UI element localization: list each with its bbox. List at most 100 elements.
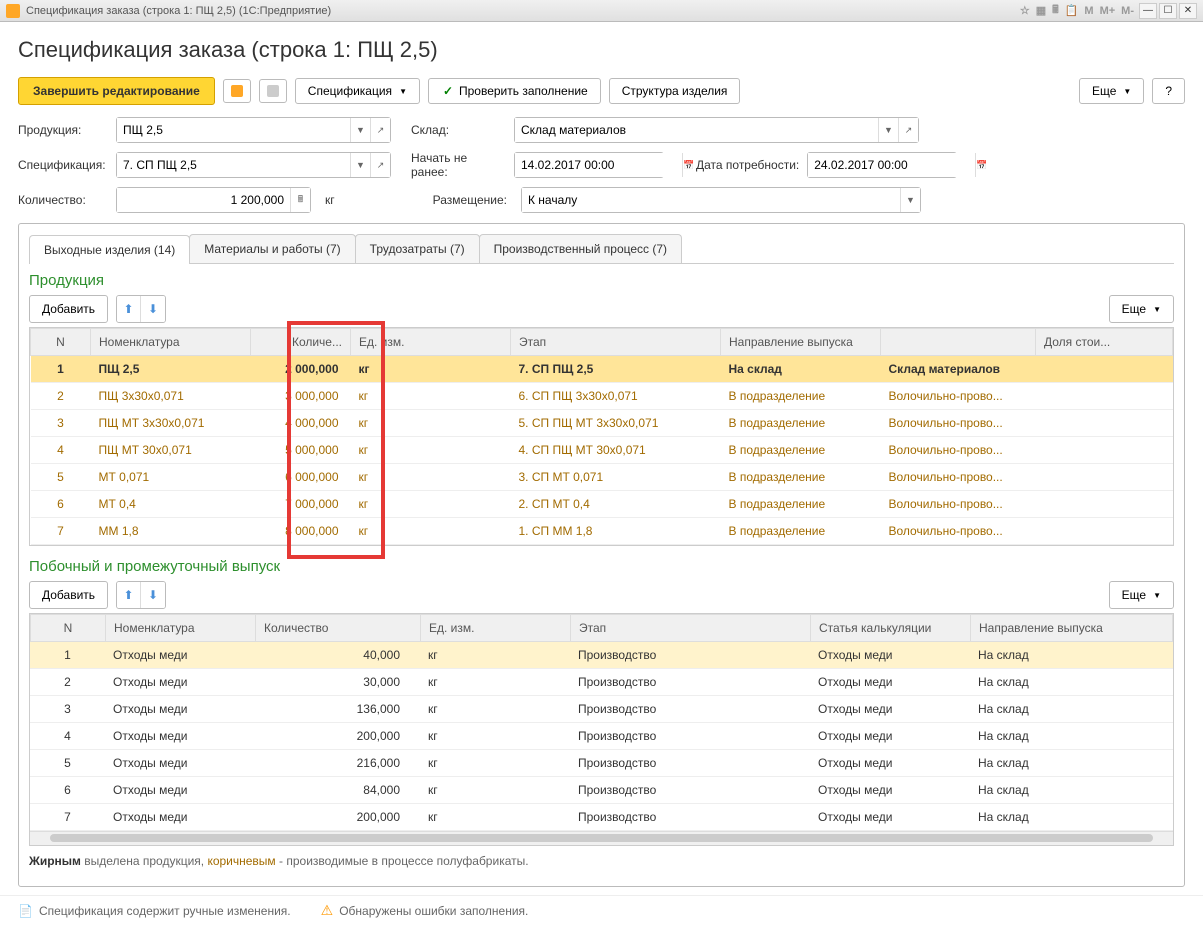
placement-dropdown-btn[interactable]: ▼ <box>900 188 920 212</box>
table-row[interactable]: 5МТ 0,0716 000,000кг3. СП МТ 0,071В подр… <box>31 464 1173 491</box>
status-bar: 📄 Спецификация содержит ручные изменения… <box>0 895 1203 925</box>
table2-scroll[interactable]: 1Отходы меди40,000кгПроизводствоОтходы м… <box>30 642 1173 831</box>
th2-dir[interactable]: Направление выпуска <box>971 615 1173 642</box>
lock-button[interactable] <box>223 79 251 103</box>
th2-unit[interactable]: Ед. изм. <box>421 615 571 642</box>
table-row[interactable]: 2ПЩ 3х30х0,0713 000,000кг6. СП ПЩ 3х30х0… <box>31 383 1173 410</box>
calc-icon[interactable]: 🖩 <box>1049 1 1062 20</box>
chevron-down-icon: ▼ <box>1153 591 1161 600</box>
move-down-button-2[interactable]: ⬇ <box>141 582 165 608</box>
table-row[interactable]: 4Отходы меди200,000кгПроизводствоОтходы … <box>30 723 1173 750</box>
warehouse-dropdown-btn[interactable]: ▼ <box>878 118 898 142</box>
warehouse-input[interactable] <box>515 118 878 142</box>
finish-edit-button[interactable]: Завершить редактирование <box>18 77 215 105</box>
cell-dir2: Волочильно-прово... <box>881 464 1036 491</box>
table-row[interactable]: 1Отходы меди40,000кгПроизводствоОтходы м… <box>30 642 1173 669</box>
horizontal-scrollbar[interactable] <box>30 831 1173 845</box>
product-dropdown-btn[interactable]: ▼ <box>350 118 370 142</box>
close-button[interactable]: ✕ <box>1179 3 1197 19</box>
more-button-1[interactable]: Еще ▼ <box>1109 295 1174 323</box>
cell-unit: кг <box>420 696 570 723</box>
th2-calc[interactable]: Статья калькуляции <box>811 615 971 642</box>
brown-word: коричневым <box>207 854 275 868</box>
spec-dropdown-btn[interactable]: ▼ <box>350 153 370 177</box>
help-button[interactable]: ? <box>1152 78 1185 104</box>
add-button-2[interactable]: Добавить <box>29 581 108 609</box>
cell-dir: На склад <box>721 356 881 383</box>
spec-dropdown[interactable]: Спецификация▼ <box>295 78 420 104</box>
warehouse-open-btn[interactable]: ↗ <box>898 118 918 142</box>
table-row[interactable]: 7Отходы меди200,000кгПроизводствоОтходы … <box>30 804 1173 831</box>
spec-label: Спецификация: <box>18 158 108 172</box>
cell-nom: ПЩ МТ 30х0,071 <box>91 437 251 464</box>
table-row[interactable]: 3Отходы меди136,000кгПроизводствоОтходы … <box>30 696 1173 723</box>
cal-icon[interactable]: 📋 <box>1062 4 1082 17</box>
cell-nom: Отходы меди <box>105 696 255 723</box>
minimize-button[interactable]: — <box>1139 3 1157 19</box>
add-button-1[interactable]: Добавить <box>29 295 108 323</box>
qty-calc-btn[interactable]: 🖩 <box>290 188 310 212</box>
th2-nom[interactable]: Номенклатура <box>106 615 256 642</box>
more-button[interactable]: Еще▼ <box>1079 78 1144 104</box>
need-cal-btn[interactable]: 📅 <box>975 153 987 177</box>
tool-icon-1[interactable]: ▦ <box>1033 4 1049 17</box>
table-row[interactable]: 5Отходы меди216,000кгПроизводствоОтходы … <box>30 750 1173 777</box>
table-row[interactable]: 6МТ 0,47 000,000кг2. СП МТ 0,4В подразде… <box>31 491 1173 518</box>
th-qty[interactable]: Количе... <box>251 329 351 356</box>
cell-unit: кг <box>420 669 570 696</box>
spec-open-btn[interactable]: ↗ <box>370 153 390 177</box>
m-button[interactable]: M <box>1081 5 1096 17</box>
cell-qty: 136,000 <box>255 696 420 723</box>
placement-input[interactable] <box>522 188 900 212</box>
qty-input[interactable] <box>117 188 290 212</box>
th-dir[interactable]: Направление выпуска <box>721 329 881 356</box>
th-stage[interactable]: Этап <box>511 329 721 356</box>
table-row[interactable]: 2Отходы меди30,000кгПроизводствоОтходы м… <box>30 669 1173 696</box>
structure-button[interactable]: Структура изделия <box>609 78 741 104</box>
product-open-btn[interactable]: ↗ <box>370 118 390 142</box>
start-cal-btn[interactable]: 📅 <box>682 153 694 177</box>
product-input[interactable] <box>117 118 350 142</box>
scrollbar-thumb[interactable] <box>50 834 1153 842</box>
th2-n[interactable]: N <box>31 615 106 642</box>
tab-labor[interactable]: Трудозатраты (7) <box>355 234 480 263</box>
tab-process[interactable]: Производственный процесс (7) <box>479 234 682 263</box>
spec-input[interactable] <box>117 153 350 177</box>
th-nom[interactable]: Номенклатура <box>91 329 251 356</box>
m-minus-button[interactable]: M- <box>1118 5 1137 17</box>
check-fill-button[interactable]: ✓Проверить заполнение <box>428 78 601 104</box>
chevron-down-icon: ▼ <box>1153 305 1161 314</box>
tab-materials[interactable]: Материалы и работы (7) <box>189 234 355 263</box>
th-cost[interactable]: Доля стои... <box>1036 329 1173 356</box>
th-dir2[interactable] <box>881 329 1036 356</box>
cell-nom: МТ 0,071 <box>91 464 251 491</box>
move-down-button[interactable]: ⬇ <box>141 296 165 322</box>
unlock-button[interactable] <box>259 79 287 103</box>
move-up-button-2[interactable]: ⬆ <box>117 582 141 608</box>
more-label-1: Еще <box>1122 302 1146 316</box>
maximize-button[interactable]: ☐ <box>1159 3 1177 19</box>
th-unit[interactable]: Ед. изм. <box>351 329 511 356</box>
table-row[interactable]: 4ПЩ МТ 30х0,0715 000,000кг4. СП ПЩ МТ 30… <box>31 437 1173 464</box>
m-plus-button[interactable]: M+ <box>1097 5 1119 17</box>
th-n[interactable]: N <box>31 329 91 356</box>
table-row[interactable]: 6Отходы меди84,000кгПроизводствоОтходы м… <box>30 777 1173 804</box>
fav-icon[interactable]: ☆ <box>1017 4 1033 17</box>
cell-n: 6 <box>30 777 105 804</box>
more-button-2[interactable]: Еще▼ <box>1109 581 1174 609</box>
table-row[interactable]: 7ММ 1,88 000,000кг1. СП ММ 1,8В подразде… <box>31 518 1173 545</box>
move-up-button[interactable]: ⬆ <box>117 296 141 322</box>
table-row[interactable]: 3ПЩ МТ 3х30х0,0714 000,000кг5. СП ПЩ МТ … <box>31 410 1173 437</box>
cell-dir: В подразделение <box>721 491 881 518</box>
tab-output[interactable]: Выходные изделия (14) <box>29 235 190 264</box>
need-input[interactable] <box>808 153 975 177</box>
start-input[interactable] <box>515 153 682 177</box>
cell-dir: На склад <box>970 669 1173 696</box>
th2-stage[interactable]: Этап <box>571 615 811 642</box>
th2-qty[interactable]: Количество <box>256 615 421 642</box>
table-row[interactable]: 1ПЩ 2,52 000,000кг7. СП ПЩ 2,5На складСк… <box>31 356 1173 383</box>
arrow-group-1: ⬆ ⬇ <box>116 295 166 323</box>
cell-stage: 1. СП ММ 1,8 <box>511 518 721 545</box>
cell-qty: 216,000 <box>255 750 420 777</box>
cell-unit: кг <box>351 464 511 491</box>
